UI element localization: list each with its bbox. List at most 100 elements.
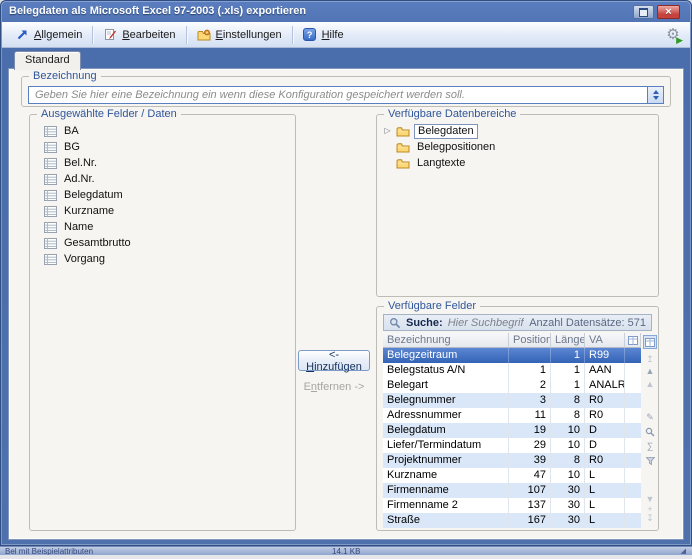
sum-icon[interactable]: ∑ — [643, 440, 657, 452]
table-cell-va: D — [585, 438, 625, 453]
table-cell-name: Firmenname — [383, 483, 509, 498]
toolbar-button-einstellungen[interactable]: Einstellungen — [190, 26, 289, 44]
list-item[interactable]: Belegdatum — [34, 187, 291, 203]
selected-fields-list: BABGBel.Nr.Ad.Nr.Belegdatum Kurzname NameG… — [34, 123, 291, 526]
restore-button[interactable] — [633, 5, 654, 19]
table-cell-position: 137 — [509, 498, 551, 513]
table-header-row: BezeichnungPositionLängeVA — [383, 333, 641, 348]
list-item-label: Vorgang — [64, 253, 105, 265]
tree-item[interactable]: Langtexte — [383, 155, 654, 171]
table-cell-position: 3 — [509, 393, 551, 408]
search-bar[interactable]: Suche: Hier Suchbegriff eingebe Anzahl D… — [383, 314, 652, 331]
screen: Belegdaten als Microsoft Excel 97-2003 (… — [0, 0, 692, 559]
folder-icon — [396, 142, 410, 153]
window-controls: × — [633, 5, 680, 19]
tree-item[interactable]: Belegpositionen — [383, 139, 654, 155]
close-button[interactable]: × — [657, 5, 680, 19]
table-cell-va: D — [585, 423, 625, 438]
table-cell-position: 167 — [509, 513, 551, 528]
table-row[interactable]: Adressnummer118R0 — [383, 408, 641, 423]
table-cell-name: Liefer/Termindatum — [383, 438, 509, 453]
background-status-bar: Bel mit Beispielattributen 14.1 KB ◢ — [0, 546, 692, 555]
table-field-icon — [44, 238, 57, 249]
table-cell-va: R0 — [585, 408, 625, 423]
table-cell-name: Firmenname 2 — [383, 498, 509, 513]
tree-item-label: Langtexte — [414, 157, 468, 170]
table-field-icon — [44, 190, 57, 201]
list-item-label: Kurzname — [64, 205, 114, 217]
table-cell-position: 29 — [509, 438, 551, 453]
tab-page-standard: Bezeichnung Geben Sie hier eine Bezeichn… — [8, 68, 684, 540]
table-cell-name: Belegzeitraum — [383, 348, 509, 363]
table-row[interactable]: Liefer/Termindatum2910D — [383, 438, 641, 453]
tree-item[interactable]: ▷Belegdaten — [383, 123, 654, 139]
toolbar-label-hilfe: Hilfe — [322, 29, 344, 41]
bezeichnung-placeholder: Geben Sie hier eine Bezeichnung ein wenn… — [29, 89, 465, 101]
help-icon: ? — [303, 28, 317, 42]
toolbar-button-hilfe[interactable]: ? Hilfe — [296, 26, 351, 44]
column-header[interactable]: Bezeichnung — [383, 333, 509, 348]
bezeichnung-combo[interactable]: Geben Sie hier eine Bezeichnung ein wenn… — [28, 86, 664, 104]
table-field-icon — [44, 158, 57, 169]
table-cell-va: L — [585, 513, 625, 528]
page-up-icon[interactable]: ▲ — [643, 378, 657, 390]
table-cell-position: 2 — [509, 378, 551, 393]
column-chooser-icon[interactable] — [643, 335, 657, 349]
data-areas-group-title: Verfügbare Datenbereiche — [384, 108, 520, 121]
tab-standard[interactable]: Standard — [14, 51, 81, 70]
table-row[interactable]: Belegzeitraum1R99 — [383, 348, 641, 363]
table-cell-name: Straße — [383, 513, 509, 528]
column-header[interactable]: Länge — [551, 333, 585, 348]
table-row[interactable]: Projektnummer398R0 — [383, 453, 641, 468]
arrow-up-right-icon — [15, 28, 29, 42]
list-item[interactable]: Ad.Nr. — [34, 171, 291, 187]
table-field-icon — [44, 142, 57, 153]
table-cell-laenge: 8 — [551, 393, 585, 408]
table-row[interactable]: Belegnummer38R0 — [383, 393, 641, 408]
table-row[interactable]: Belegstatus A/N11AAN — [383, 363, 641, 378]
list-item[interactable]: Vorgang — [34, 251, 291, 267]
table-cell-position: 11 — [509, 408, 551, 423]
column-header[interactable]: Position — [509, 333, 551, 348]
table-cell-va: R0 — [585, 393, 625, 408]
toolbar-label-bearbeiten: Bearbeiten — [122, 29, 175, 41]
column-header[interactable]: VA — [585, 333, 625, 348]
table-cell-laenge: 10 — [551, 438, 585, 453]
toolbar-separator — [92, 26, 93, 44]
list-item[interactable]: BG — [34, 139, 291, 155]
settings-folder-icon — [197, 28, 211, 42]
table-row[interactable]: Firmenname 213730L — [383, 498, 641, 513]
available-fields-group: Verfügbare Felder Suche: Hier Suchbegrif… — [376, 306, 659, 531]
table-row[interactable]: Belegart21ANALRGI — [383, 378, 641, 393]
combo-spinner[interactable] — [647, 87, 663, 103]
scroll-top-icon[interactable]: ↥ — [643, 353, 657, 365]
list-item[interactable]: Kurzname — [34, 203, 291, 219]
table-cell-position: 47 — [509, 468, 551, 483]
table-row[interactable]: Straße16730L — [383, 513, 641, 528]
status-size: 14.1 KB — [332, 547, 360, 555]
scroll-bottom-icon[interactable]: ↧ — [643, 512, 657, 524]
bezeichnung-group-title: Bezeichnung — [29, 70, 101, 83]
status-text: Bel mit Beispielattributen — [5, 547, 93, 555]
search-placeholder: Hier Suchbegriff eingebe — [448, 317, 525, 329]
edit-icon[interactable]: ✎ — [643, 411, 657, 423]
add-button[interactable]: <- Hinzufügen — [298, 350, 370, 371]
list-item[interactable]: BA — [34, 123, 291, 139]
scroll-up-icon[interactable]: ▲ — [643, 365, 657, 377]
expander-icon[interactable]: ▷ — [383, 123, 392, 139]
search-icon[interactable] — [643, 426, 657, 438]
toolbar-button-allgemein[interactable]: Allgemein — [8, 26, 89, 44]
column-chooser-button[interactable] — [625, 333, 641, 348]
table-row[interactable]: Kurzname4710L — [383, 468, 641, 483]
table-row[interactable]: Belegdatum1910D — [383, 423, 641, 438]
list-item[interactable]: Bel.Nr. — [34, 155, 291, 171]
toolbar-button-bearbeiten[interactable]: Bearbeiten — [96, 26, 182, 44]
list-item[interactable]: Name — [34, 219, 291, 235]
export-run-button[interactable]: ⚙ ▶ — [662, 25, 684, 45]
remove-button[interactable]: Entfernen -> — [286, 381, 382, 395]
titlebar[interactable]: Belegdaten als Microsoft Excel 97-2003 (… — [2, 2, 690, 22]
table-row[interactable]: Firmenname10730L — [383, 483, 641, 498]
filter-icon[interactable] — [643, 455, 657, 467]
spinner-down-icon — [653, 96, 659, 100]
list-item[interactable]: Gesamtbrutto — [34, 235, 291, 251]
